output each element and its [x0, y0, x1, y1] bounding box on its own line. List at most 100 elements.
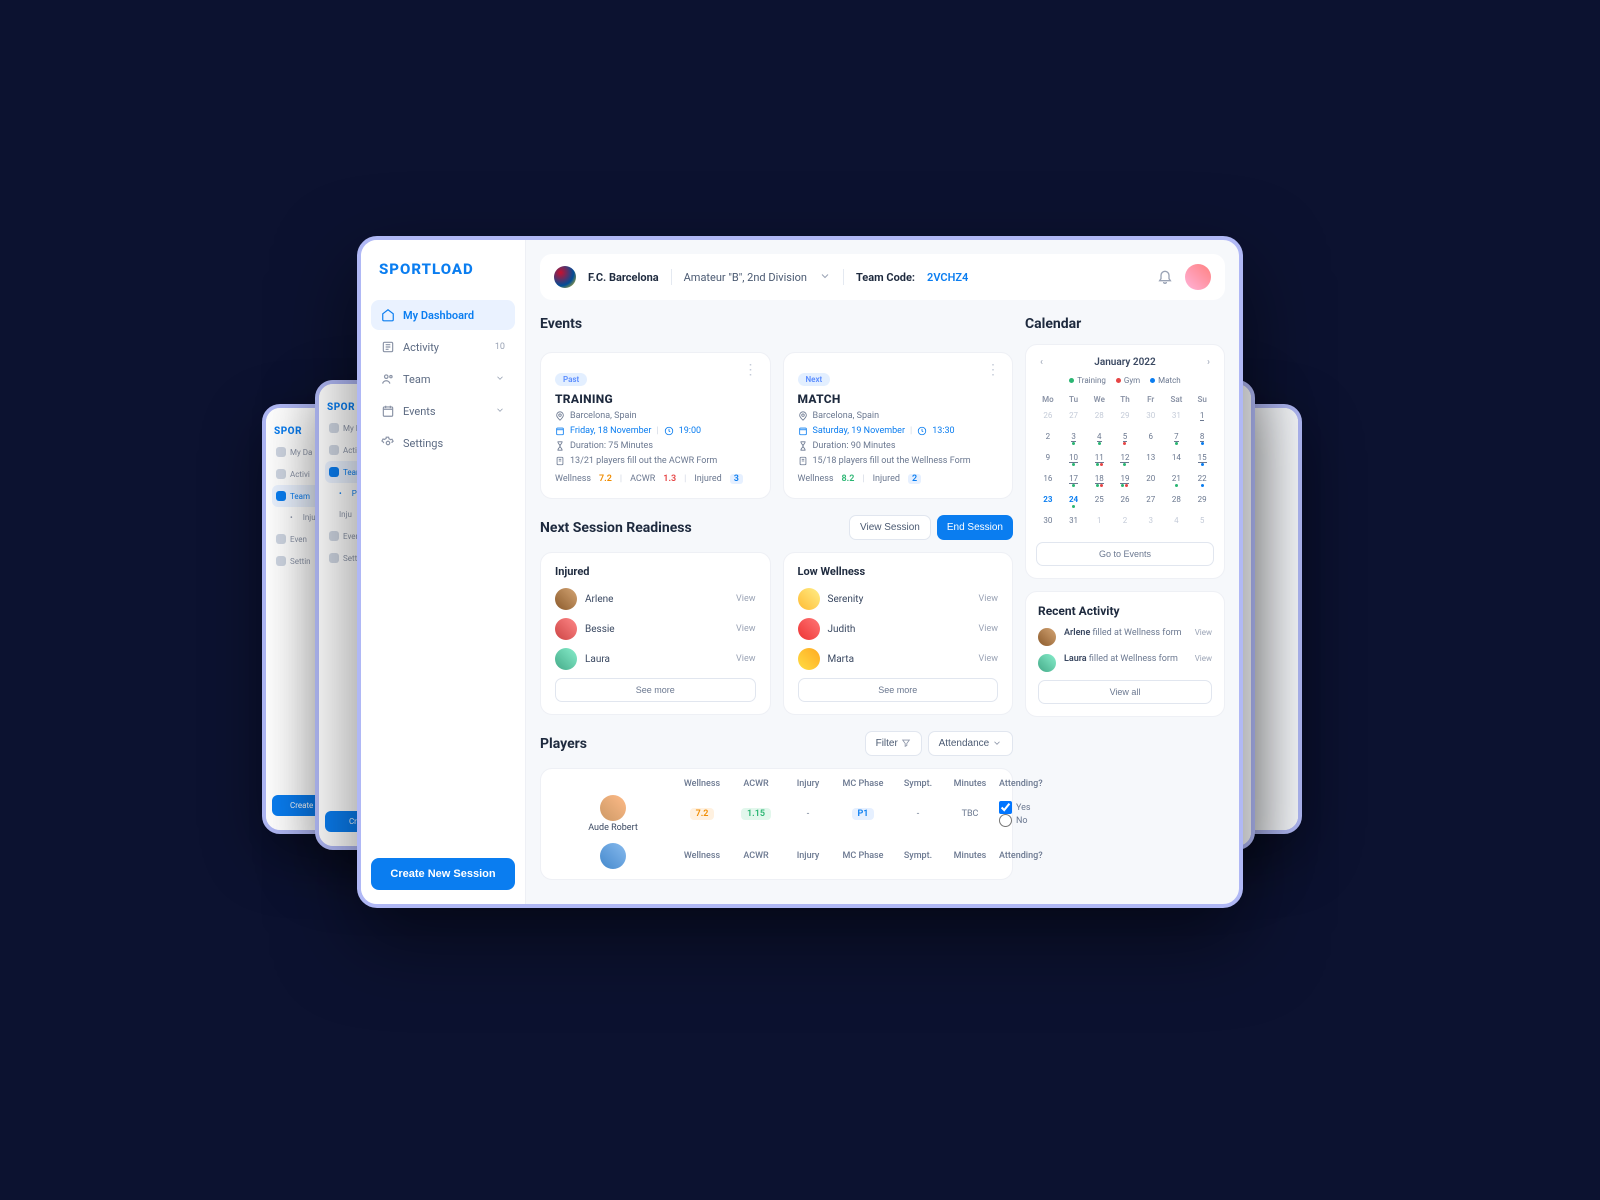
calendar-day[interactable]: 3 [1062, 429, 1086, 448]
calendar-day[interactable]: 26 [1113, 492, 1137, 511]
calendar-day[interactable]: 6 [1139, 429, 1163, 448]
calendar-prev[interactable]: ‹ [1036, 355, 1047, 370]
sidebar-item-activity[interactable]: Activity 10 [371, 332, 515, 362]
view-link[interactable]: View [736, 654, 755, 664]
calendar-day[interactable]: 23 [1036, 492, 1060, 511]
create-session-button[interactable]: Create New Session [371, 858, 515, 890]
view-link[interactable]: View [736, 594, 755, 604]
calendar-card: ‹ January 2022 › Training Gym Match MoTu… [1025, 344, 1225, 579]
calendar-heading: Calendar [1025, 316, 1225, 332]
calendar-day[interactable]: 12 [1113, 450, 1137, 469]
calendar-next[interactable]: › [1203, 355, 1214, 370]
event-card-next[interactable]: ⋮ Next MATCH Barcelona, Spain Saturday, … [783, 352, 1014, 499]
division-dropdown[interactable] [819, 270, 831, 285]
attending-yes[interactable]: Yes [999, 801, 1069, 814]
filter-button[interactable]: Filter [865, 731, 922, 756]
event-card-past[interactable]: ⋮ Past TRAINING Barcelona, Spain Friday,… [540, 352, 771, 499]
sidebar-item-label: Settings [403, 437, 443, 450]
logo: SPORTLOAD [371, 260, 515, 300]
event-title: MATCH [798, 392, 999, 406]
view-link[interactable]: View [1195, 654, 1212, 663]
more-icon[interactable]: ⋮ [744, 365, 758, 375]
main-window: SPORTLOAD My Dashboard Activity 10 Team … [357, 236, 1243, 908]
calendar-day[interactable]: 25 [1087, 492, 1111, 511]
notifications-icon[interactable] [1157, 268, 1173, 287]
calendar-day[interactable]: 16 [1036, 471, 1060, 490]
calendar-day[interactable]: 30 [1036, 513, 1060, 532]
end-session-button[interactable]: End Session [937, 515, 1013, 540]
injured-heading: Injured [555, 565, 756, 578]
calendar-day[interactable]: 31 [1062, 513, 1086, 532]
dashboard-icon [381, 308, 395, 322]
see-more-button[interactable]: See more [798, 678, 999, 702]
players-table: Wellness ACWR Injury MC Phase Sympt. Min… [540, 768, 1013, 880]
sidebar-item-label: Activity [403, 341, 439, 354]
calendar-day[interactable]: 31 [1165, 408, 1189, 427]
clock-icon [917, 426, 927, 436]
view-session-button[interactable]: View Session [849, 515, 931, 540]
calendar-day[interactable]: 9 [1036, 450, 1060, 469]
sidebar-item-label: Team [403, 373, 431, 386]
attendance-dropdown[interactable]: Attendance [928, 731, 1013, 756]
calendar-day[interactable]: 24 [1062, 492, 1086, 511]
calendar-day[interactable]: 2 [1036, 429, 1060, 448]
calendar-day[interactable]: 17 [1062, 471, 1086, 490]
calendar-day[interactable]: 5 [1113, 429, 1137, 448]
calendar-day[interactable]: 4 [1087, 429, 1111, 448]
calendar-day[interactable]: 1 [1087, 513, 1111, 532]
location-icon [555, 411, 565, 421]
calendar-day[interactable]: 10 [1062, 450, 1086, 469]
calendar-day[interactable]: 2 [1113, 513, 1137, 532]
calendar-day[interactable]: 28 [1165, 492, 1189, 511]
gear-icon [381, 436, 395, 450]
calendar-day[interactable]: 3 [1139, 513, 1163, 532]
event-tag: Past [555, 373, 587, 386]
calendar-day[interactable]: 29 [1190, 492, 1214, 511]
calendar-icon [555, 426, 565, 436]
calendar-day[interactable]: 19 [1113, 471, 1137, 490]
low-wellness-card: Low Wellness SerenityViewJudithViewMarta… [783, 552, 1014, 715]
view-all-button[interactable]: View all [1038, 680, 1212, 704]
calendar-day[interactable]: 15 [1190, 450, 1214, 469]
sidebar-item-team[interactable]: Team [371, 364, 515, 394]
calendar-day[interactable]: 29 [1113, 408, 1137, 427]
team-code-value: 2VCHZ4 [927, 271, 968, 284]
calendar-day[interactable]: 22 [1190, 471, 1214, 490]
table-row: Aude Robert 7.2 1.15 - P1 - TBC Yes No [553, 795, 1000, 833]
calendar-icon [798, 426, 808, 436]
calendar-day[interactable]: 14 [1165, 450, 1189, 469]
calendar-day[interactable]: 8 [1190, 429, 1214, 448]
sidebar-item-dashboard[interactable]: My Dashboard [371, 300, 515, 330]
calendar-day[interactable]: 26 [1036, 408, 1060, 427]
view-link[interactable]: View [979, 654, 998, 664]
calendar-day[interactable]: 1 [1190, 408, 1214, 427]
calendar-day[interactable]: 4 [1165, 513, 1189, 532]
team-icon [381, 372, 395, 386]
view-link[interactable]: View [979, 624, 998, 634]
calendar-day[interactable]: 11 [1087, 450, 1111, 469]
player-cell: Aude Robert [553, 795, 673, 833]
sidebar-item-settings[interactable]: Settings [371, 428, 515, 458]
avatar [1038, 628, 1056, 646]
view-link[interactable]: View [1195, 628, 1212, 637]
view-link[interactable]: View [736, 624, 755, 634]
calendar-day[interactable]: 21 [1165, 471, 1189, 490]
calendar-day[interactable]: 13 [1139, 450, 1163, 469]
calendar-day[interactable]: 18 [1087, 471, 1111, 490]
calendar-day[interactable]: 5 [1190, 513, 1214, 532]
user-avatar[interactable] [1185, 264, 1211, 290]
avatar [600, 795, 626, 821]
calendar-day[interactable]: 7 [1165, 429, 1189, 448]
sidebar-item-events[interactable]: Events [371, 396, 515, 426]
attending-no[interactable]: No [999, 814, 1069, 827]
more-icon[interactable]: ⋮ [986, 365, 1000, 375]
readiness-item: SerenityView [798, 588, 999, 610]
calendar-day[interactable]: 27 [1062, 408, 1086, 427]
calendar-day[interactable]: 28 [1087, 408, 1111, 427]
goto-events-button[interactable]: Go to Events [1036, 542, 1214, 566]
calendar-day[interactable]: 30 [1139, 408, 1163, 427]
calendar-day[interactable]: 20 [1139, 471, 1163, 490]
view-link[interactable]: View [979, 594, 998, 604]
calendar-day[interactable]: 27 [1139, 492, 1163, 511]
see-more-button[interactable]: See more [555, 678, 756, 702]
